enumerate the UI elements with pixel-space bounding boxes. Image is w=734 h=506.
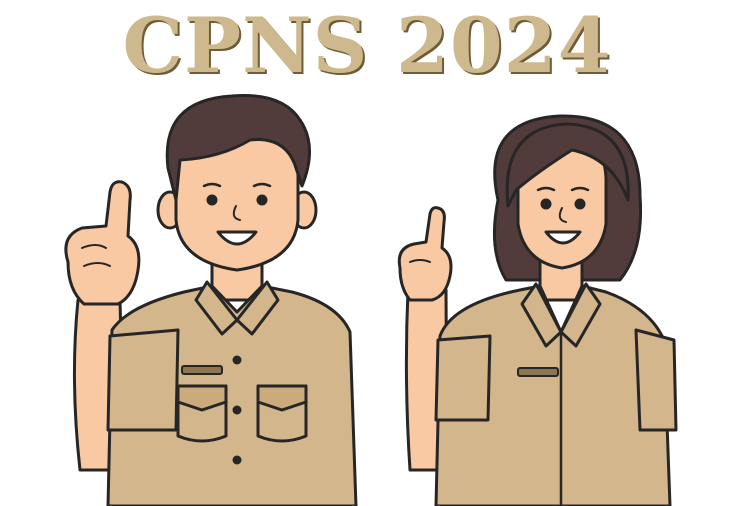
woman-sleeve bbox=[434, 334, 492, 422]
woman-sleeve-right bbox=[634, 328, 678, 432]
woman-figure bbox=[397, 114, 678, 506]
woman-name-tag bbox=[517, 367, 559, 377]
man-figure bbox=[64, 94, 358, 506]
illustration bbox=[64, 94, 678, 506]
man-name-tag bbox=[181, 365, 223, 375]
man-sleeve bbox=[106, 328, 180, 432]
